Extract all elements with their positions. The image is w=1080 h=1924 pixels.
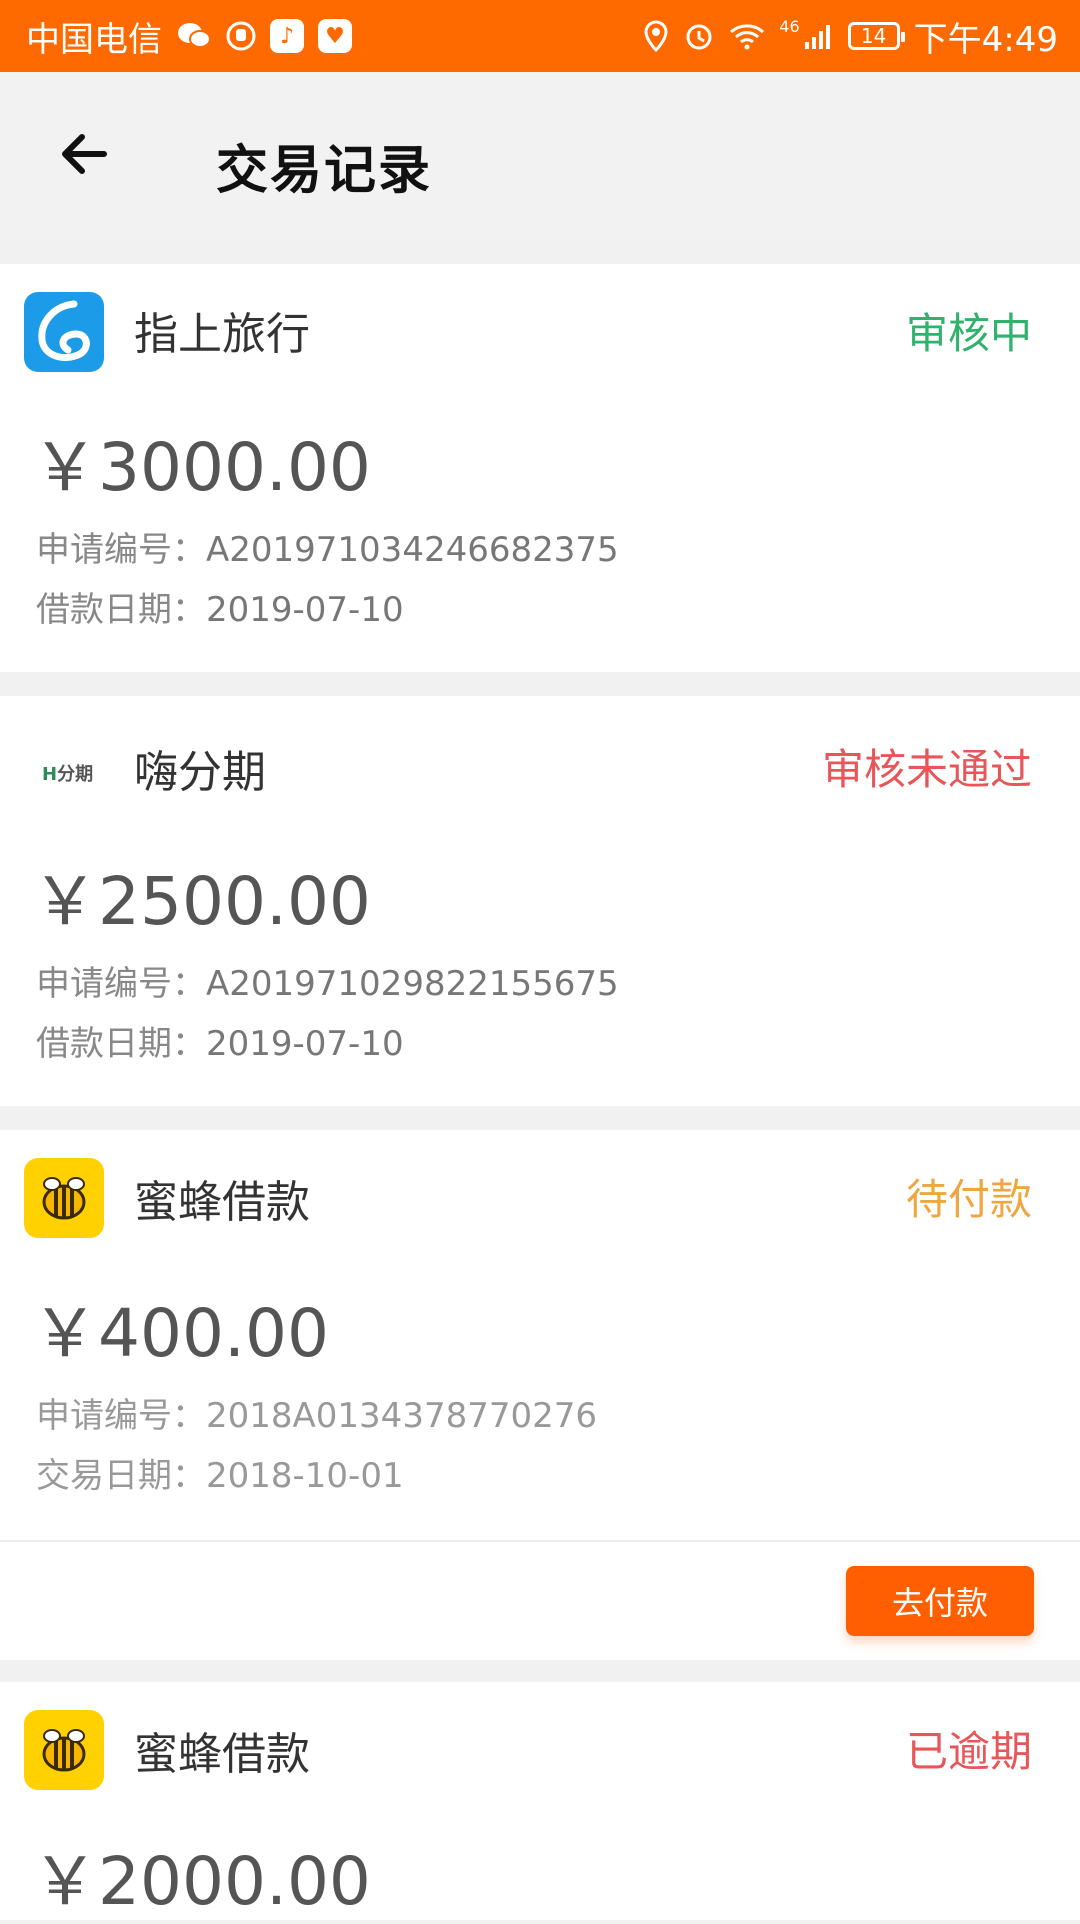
battery-icon: 14 [847,22,905,50]
record-card[interactable]: 指上旅行 审核中 ￥3000.00 申请编号：A2019710342466823… [0,264,1080,672]
lender-name: 嗨分期 [134,747,266,798]
application-number-value: 2018A0134378770276 [206,1396,597,1436]
loan-date-row: 借款日期：2019-07-10 [36,1016,404,1065]
application-number-value: A201971029822155675 [206,964,619,1004]
status-label: 已逾期 [905,1727,1032,1776]
loan-date-row: 借款日期：2019-07-10 [36,582,404,631]
health-icon: ♥ [318,19,352,53]
bee-logo-icon [24,1158,104,1238]
amount: ￥2500.00 [32,863,371,940]
application-number-label: 申请编号： [36,1396,206,1436]
status-label: 待付款 [905,1175,1032,1224]
record-card[interactable]: 蜜蜂借款 待付款 ￥400.00 申请编号：2018A0134378770276… [0,1130,1080,1540]
application-number-row: 申请编号：2018A0134378770276 [36,1388,597,1437]
lender-name: 蜜蜂借款 [134,1177,310,1228]
status-label: 审核中 [905,309,1032,358]
location-icon [643,20,669,52]
carrier-label: 中国电信 [26,19,162,60]
transaction-date-row: 交易日期：2018-10-01 [36,1448,404,1497]
alarm-icon [683,20,715,52]
record-card[interactable]: H分期 嗨分期 审核未通过 ￥2500.00 申请编号：A20197102982… [0,696,1080,1106]
application-number-row: 申请编号：A201971034246682375 [36,522,619,571]
arrow-left-icon [62,134,107,174]
lender-name: 指上旅行 [134,309,310,360]
haifenqi-logo-icon: H分期 [24,732,104,812]
clock: 下午4:49 [913,19,1058,60]
hand-icon [226,21,256,51]
application-number-label: 申请编号： [36,530,206,570]
record-card[interactable]: 蜜蜂借款 已逾期 ￥2000.00 [0,1682,1080,1920]
network-type-label: 46 [779,16,800,36]
amount: ￥2000.00 [32,1843,371,1920]
wifi-icon [729,22,765,50]
amount: ￥400.00 [32,1295,329,1372]
transaction-date-value: 2018-10-01 [206,1456,404,1496]
signal-icon [804,22,834,50]
loan-date-value: 2019-07-10 [206,1024,404,1064]
transaction-date-label: 交易日期： [36,1456,206,1496]
page-title: 交易记录 [216,141,433,201]
application-number-label: 申请编号： [36,964,206,1004]
zhishang-logo-icon [24,292,104,372]
loan-date-label: 借款日期： [36,590,206,630]
battery-level: 14 [860,24,887,48]
status-bar: 中国电信 ♪ ♥ 46 14 下午4:49 [0,0,1080,72]
pay-button[interactable]: 去付款 [846,1566,1034,1636]
loan-date-label: 借款日期： [36,1024,206,1064]
action-row: 去付款 [0,1540,1080,1660]
application-number-row: 申请编号：A201971029822155675 [36,956,619,1005]
status-label: 审核未通过 [821,745,1032,794]
application-number-value: A201971034246682375 [206,530,619,570]
bee-logo-icon [24,1710,104,1790]
title-bar: 交易记录 [0,72,1080,240]
lender-name: 蜜蜂借款 [134,1729,310,1780]
wechat-icon [176,21,212,51]
amount: ￥3000.00 [32,429,371,506]
tiktok-icon: ♪ [270,19,304,53]
back-button[interactable] [54,124,114,184]
loan-date-value: 2019-07-10 [206,590,404,630]
